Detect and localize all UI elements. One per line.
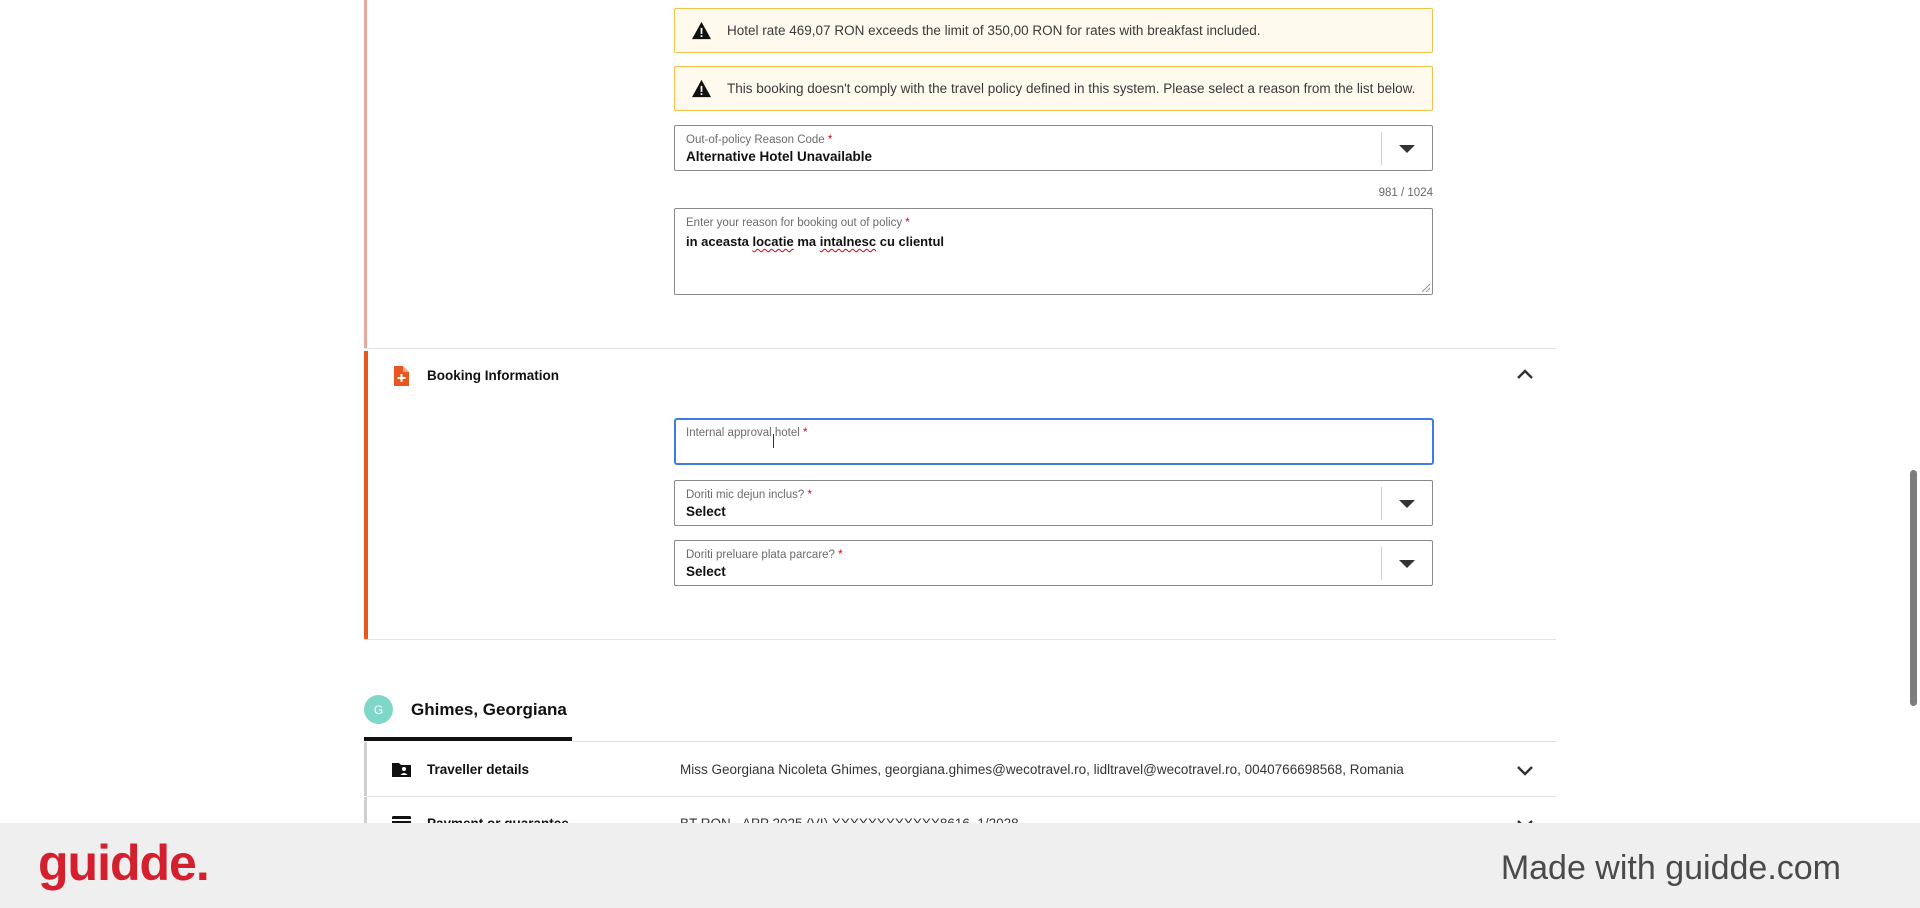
- internal-approval-field[interactable]: Internal approval hotel *: [674, 418, 1434, 465]
- select-separator: [1381, 487, 1382, 520]
- rate-limit-warning: Hotel rate 469,07 RON exceeds the limit …: [674, 8, 1433, 53]
- internal-approval-input[interactable]: [686, 442, 1406, 460]
- chevron-down-icon[interactable]: [1399, 500, 1415, 508]
- row-accent: [364, 797, 367, 823]
- section-accent-bar: [364, 0, 367, 348]
- internal-approval-label: Internal approval hotel *: [686, 427, 808, 439]
- row-accent: [364, 742, 367, 796]
- parking-label: Doriti preluare plata parcare? *: [686, 549, 843, 561]
- scrollbar-thumb[interactable]: [1910, 470, 1917, 706]
- chevron-down-icon[interactable]: [1399, 560, 1415, 568]
- traveller-name-tab[interactable]: Ghimes, Georgiana: [411, 700, 567, 720]
- chevron-down-icon[interactable]: [1399, 145, 1415, 153]
- warning-icon: [692, 21, 711, 40]
- reason-code-select[interactable]: Out-of-policy Reason Code * Alternative …: [674, 125, 1433, 171]
- breakfast-label: Doriti mic dejun inclus? *: [686, 489, 812, 501]
- row-divider: [367, 796, 1556, 797]
- brand-logo: guidde.: [38, 835, 210, 891]
- avatar: G: [364, 695, 393, 724]
- traveller-details-value: Miss Georgiana Nicoleta Ghimes, georgian…: [680, 762, 1404, 777]
- select-separator: [1381, 547, 1382, 580]
- tab-divider: [572, 741, 1556, 742]
- reason-code-value: Alternative Hotel Unavailable: [686, 149, 873, 164]
- section-divider: [364, 348, 1556, 349]
- reason-textarea[interactable]: Enter your reason for booking out of pol…: [674, 208, 1433, 295]
- active-tab-underline: [364, 737, 572, 741]
- traveller-details-title[interactable]: Traveller details: [427, 762, 529, 777]
- folder-person-icon: [392, 763, 411, 777]
- character-counter: 981 / 1024: [1378, 187, 1433, 199]
- booking-information-title: Booking Information: [427, 368, 559, 383]
- footer-tagline: Made with guidde.com: [1500, 849, 1841, 887]
- parking-select[interactable]: Doriti preluare plata parcare? * Select: [674, 540, 1433, 586]
- parking-value: Select: [686, 564, 726, 579]
- breakfast-select[interactable]: Doriti mic dejun inclus? * Select: [674, 480, 1433, 526]
- warning-text: Hotel rate 469,07 RON exceeds the limit …: [727, 23, 1261, 38]
- reason-textarea-value: in aceasta locatie ma intalnesc cu clien…: [686, 234, 945, 249]
- reason-textarea-label: Enter your reason for booking out of pol…: [686, 217, 910, 229]
- resize-handle[interactable]: [1422, 284, 1430, 292]
- booking-info-accent-bar: [364, 351, 368, 640]
- warning-text: This booking doesn't comply with the tra…: [727, 81, 1416, 96]
- policy-warning: This booking doesn't comply with the tra…: [674, 66, 1433, 111]
- document-add-icon: [394, 366, 409, 386]
- select-separator: [1381, 132, 1382, 165]
- chevron-down-icon[interactable]: [1516, 764, 1534, 776]
- reason-code-label: Out-of-policy Reason Code *: [686, 134, 833, 146]
- chevron-up-icon[interactable]: [1516, 368, 1534, 380]
- warning-icon: [692, 79, 711, 98]
- breakfast-value: Select: [686, 504, 726, 519]
- text-cursor-icon: [773, 434, 774, 448]
- section-divider: [364, 639, 1556, 640]
